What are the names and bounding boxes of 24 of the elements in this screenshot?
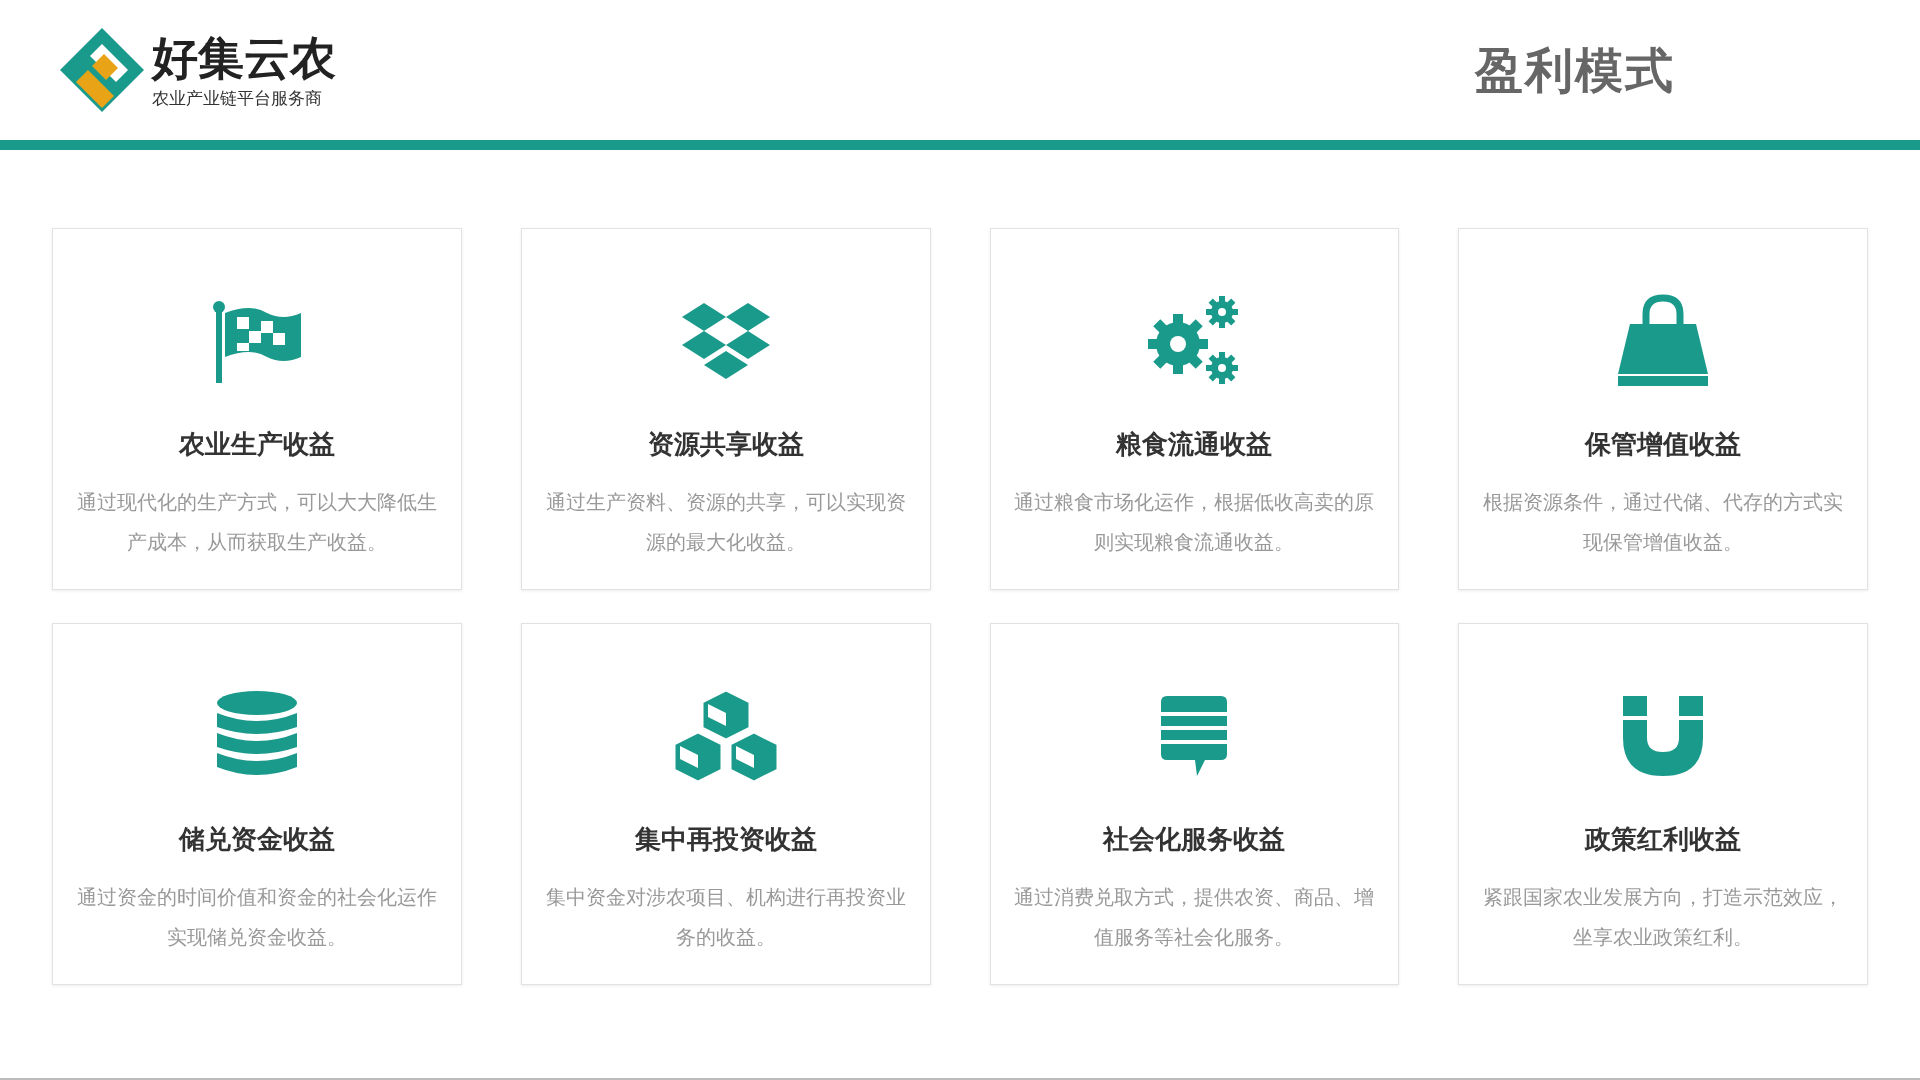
card-title: 资源共享收益 [647,428,804,461]
shopping-bag-icon [1616,294,1711,388]
logo-icon [58,26,146,114]
card-description: 根据资源条件，通过代储、代存的方式实现保管增值收益。 [1482,489,1845,556]
card-description: 通过资金的时间价值和资金的社会化运作实现储兑资金收益。 [75,884,438,951]
card-description: 通过生产资料、资源的共享，可以实现资源的最大化收益。 [544,489,907,556]
card-description: 通过粮食市场化运作，根据低收高卖的原则实现粮食流通收益。 [1013,489,1376,556]
card-description: 通过现代化的生产方式，可以大大降低生产成本，从而获取生产收益。 [75,489,438,556]
card-title: 粮食流通收益 [1116,428,1273,461]
brand-name: 好集云农 [152,30,336,86]
card-title: 社会化服务收益 [1103,823,1286,856]
card-description: 紧跟国家农业发展方向，打造示范效应，坐享农业政策红利。 [1482,884,1845,951]
page-title: 盈利模式 [1475,41,1675,100]
message-icon [1159,694,1230,778]
card-title: 农业生产收益 [178,428,335,461]
card-title: 集中再投资收益 [634,823,817,856]
card-title: 政策红利收益 [1585,823,1742,856]
card-title: 储兑资金收益 [178,823,335,856]
flag-icon [210,299,303,383]
card-description: 集中资金对涉农项目、机构进行再投资业务的收益。 [544,884,907,951]
brand-tagline: 农业产业链平台服务商 [152,87,323,110]
magnet-icon [1621,694,1706,778]
card-title: 保管增值收益 [1585,428,1742,461]
card-description: 通过消费兑取方式，提供农资、商品、增值服务等社会化服务。 [1013,884,1376,951]
